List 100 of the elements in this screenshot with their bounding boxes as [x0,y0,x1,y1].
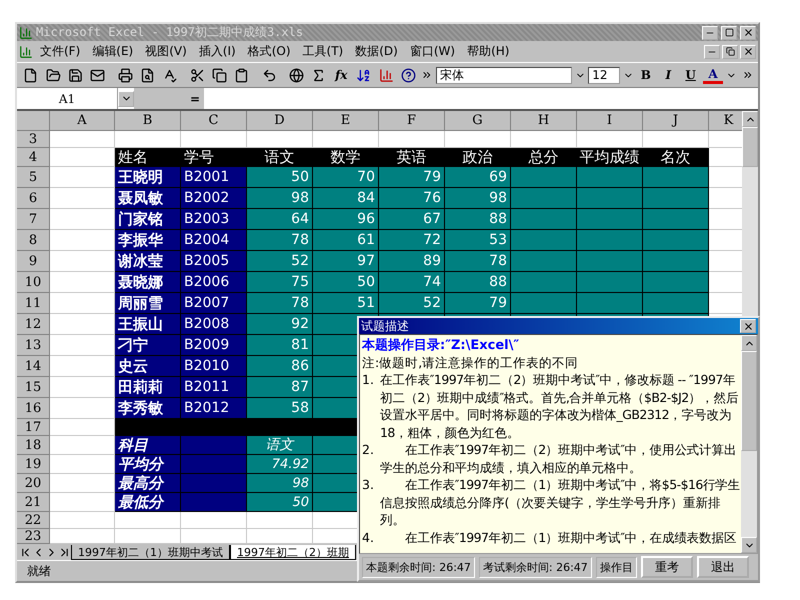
column-header[interactable]: E [313,111,379,131]
column-header[interactable]: I [577,111,643,131]
row-header[interactable]: 9 [17,251,50,272]
row-header[interactable]: 13 [17,335,50,356]
row-header[interactable]: 11 [17,293,50,314]
column-header[interactable]: K [709,111,742,131]
table-cell: 最高分 [115,474,181,493]
italic-button[interactable]: I [658,65,678,85]
row-header[interactable]: 3 [17,131,50,148]
row-header[interactable]: 10 [17,272,50,293]
table-cell [181,436,247,455]
scroll-thumb[interactable] [741,351,757,451]
table-cell [577,251,643,272]
menu-item[interactable]: 文件(F) [35,42,86,61]
table-cell: 64 [247,209,313,230]
bold-button[interactable]: B [636,65,656,85]
underline-button[interactable]: U [680,65,700,85]
minimize-button[interactable] [702,26,718,40]
row-header[interactable]: 15 [17,377,50,398]
close-button[interactable] [740,44,756,58]
table-cell: 84 [313,188,379,209]
sheet-tab[interactable]: 1997年初二（2）班期 [230,544,356,560]
table-cell: 聂晓娜 [115,272,181,293]
dialog-button[interactable]: 重考 [640,556,693,578]
row-header[interactable]: 5 [17,167,50,188]
column-header[interactable]: B [115,111,181,131]
row-header[interactable]: 20 [17,474,50,493]
row-header[interactable]: 22 [17,512,50,529]
table-cell [643,167,709,188]
restore-button[interactable] [722,44,738,58]
table-cell [643,230,709,251]
table-cell: 王振山 [115,314,181,335]
table-cell [115,131,181,148]
column-header[interactable]: F [379,111,445,131]
menu-item[interactable]: 工具(T) [298,42,348,61]
scroll-up-button[interactable] [742,111,758,127]
last-sheet-icon[interactable] [58,546,71,558]
row-header[interactable]: 6 [17,188,50,209]
dropdown-button[interactable] [118,90,134,106]
table-cell [50,272,115,293]
menu-item[interactable]: 数据(D) [350,42,403,61]
table-cell: B2005 [181,251,247,272]
note-text: 注:做题时,请注意操作的工作表的不同 [362,354,580,371]
more-icon[interactable] [421,69,433,81]
table-cell: 史云 [115,356,181,377]
table-cell [577,209,643,230]
table-cell [511,293,577,314]
table-cell: 最低分 [115,493,181,512]
row-header[interactable]: 8 [17,230,50,251]
menu-item[interactable]: 编辑(E) [87,42,138,61]
scroll-up-button[interactable] [741,335,757,351]
menu-item[interactable]: 插入(I) [194,42,241,61]
sheet-tab[interactable]: 1997年初二（1）班期中考试 [71,544,230,560]
equals-sign: = [134,88,204,109]
table-cell [247,512,313,529]
scroll-thumb[interactable] [742,127,758,167]
font-size-field[interactable]: 12 [588,66,620,84]
close-button[interactable] [740,26,756,40]
table-cell [643,188,709,209]
font-field[interactable]: 宋体 [436,66,572,84]
column-header[interactable]: J [643,111,709,131]
table-cell: 72 [379,230,445,251]
row-header[interactable]: 12 [17,314,50,335]
row-header[interactable]: 7 [17,209,50,230]
row-header[interactable]: 19 [17,455,50,474]
row-header[interactable]: 14 [17,356,50,377]
row-header[interactable]: 23 [17,529,50,544]
maximize-button[interactable] [721,26,737,40]
row-header[interactable]: 18 [17,436,50,455]
menu-item[interactable]: 帮助(H) [462,42,514,61]
scroll-down-button[interactable] [741,537,757,553]
menu-item[interactable]: 窗口(W) [404,42,460,61]
row-header[interactable]: 21 [17,493,50,512]
column-header[interactable]: D [247,111,313,131]
table-cell: 数学 [313,148,379,167]
column-header[interactable]: H [511,111,577,131]
table-cell [511,272,577,293]
table-cell: B2006 [181,272,247,293]
table-cell [643,272,709,293]
menu-item[interactable]: 视图(V) [140,42,192,61]
table-cell [115,419,181,436]
table-cell: 科目 [115,436,181,455]
row-header[interactable]: 17 [17,419,50,436]
dialog-button[interactable]: 退出 [696,556,749,578]
function-button[interactable]: fx [332,65,351,85]
table-cell: 刁宁 [115,335,181,356]
menu-item[interactable]: 格式(O) [242,42,296,61]
row-header[interactable]: 16 [17,398,50,419]
close-button[interactable] [740,319,756,333]
minimize-button[interactable] [704,44,720,58]
column-header[interactable]: G [445,111,511,131]
table-cell: 平均成绩 [577,148,643,167]
table-cell: 名次 [643,148,709,167]
column-header[interactable]: C [181,111,247,131]
font-color-button[interactable]: A [703,66,723,84]
more-icon[interactable] [742,69,754,81]
row-header[interactable]: 4 [17,148,50,167]
column-header[interactable]: A [50,111,115,131]
table-cell [50,131,115,148]
table-cell: 语文 [247,436,313,455]
